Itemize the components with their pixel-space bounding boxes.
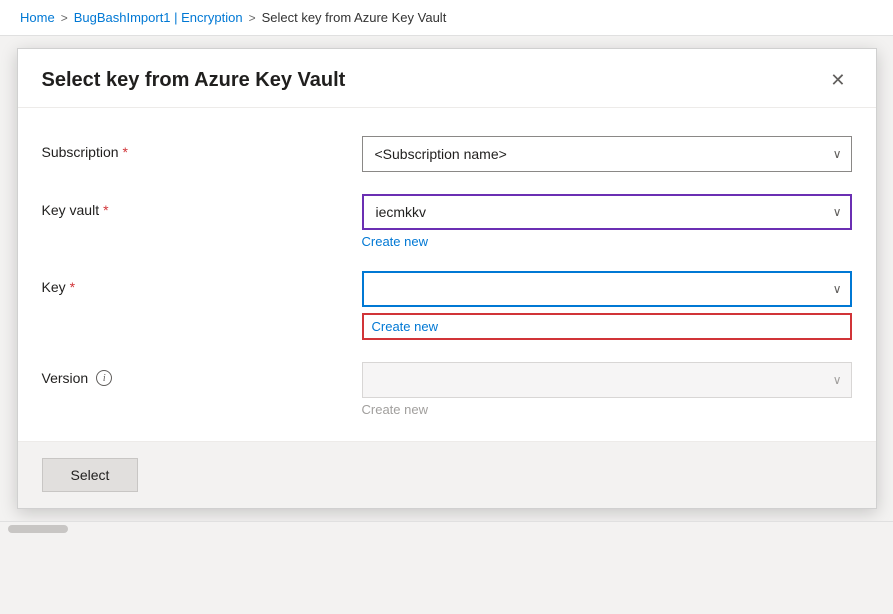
select-button[interactable]: Select [42, 458, 139, 492]
key-vault-dropdown-wrapper: iecmkkv ∨ [362, 194, 852, 230]
key-vault-row: Key vault * iecmkkv ∨ Create new [42, 194, 852, 249]
key-vault-label: Key vault * [42, 194, 362, 218]
key-dropdown-wrapper: ∨ [362, 271, 852, 307]
version-create-new: Create new [362, 402, 852, 417]
key-vault-create-new[interactable]: Create new [362, 234, 852, 249]
breadcrumb-current: Select key from Azure Key Vault [262, 10, 447, 25]
scrollbar-thumb[interactable] [8, 525, 68, 533]
subscription-dropdown-wrapper: <Subscription name> ∨ [362, 136, 852, 172]
subscription-dropdown[interactable]: <Subscription name> [362, 136, 852, 172]
version-dropdown[interactable] [362, 362, 852, 398]
key-vault-control: iecmkkv ∨ Create new [362, 194, 852, 249]
breadcrumb-sep1: > [61, 11, 68, 25]
scrollbar-track [0, 525, 893, 533]
breadcrumb-middle[interactable]: BugBashImport1 | Encryption [74, 10, 243, 25]
subscription-row: Subscription * <Subscription name> ∨ [42, 136, 852, 172]
select-key-dialog: Select key from Azure Key Vault ✕ Subscr… [17, 48, 877, 509]
key-control: ∨ Create new [362, 271, 852, 340]
key-create-new[interactable]: Create new [362, 313, 852, 340]
dialog-body: Subscription * <Subscription name> ∨ Key… [18, 108, 876, 437]
subscription-label: Subscription * [42, 136, 362, 160]
breadcrumb-sep2: > [249, 11, 256, 25]
key-label: Key * [42, 271, 362, 295]
close-button[interactable]: ✕ [824, 67, 851, 93]
breadcrumb: Home > BugBashImport1 | Encryption > Sel… [0, 0, 893, 36]
subscription-control: <Subscription name> ∨ [362, 136, 852, 172]
key-required: * [70, 279, 75, 295]
key-dropdown[interactable] [362, 271, 852, 307]
key-vault-required: * [103, 202, 108, 218]
key-row: Key * ∨ Create new [42, 271, 852, 340]
breadcrumb-home[interactable]: Home [20, 10, 55, 25]
version-label: Version i [42, 362, 362, 386]
version-row: Version i ∨ Create new [42, 362, 852, 417]
version-dropdown-wrapper: ∨ [362, 362, 852, 398]
page-wrapper: Home > BugBashImport1 | Encryption > Sel… [0, 0, 893, 614]
horizontal-scrollbar[interactable] [0, 521, 893, 535]
version-control: ∨ Create new [362, 362, 852, 417]
dialog-title: Select key from Azure Key Vault [42, 69, 346, 92]
subscription-required: * [123, 144, 128, 160]
key-vault-dropdown[interactable]: iecmkkv [362, 194, 852, 230]
dialog-footer: Select [18, 442, 876, 508]
dialog-header: Select key from Azure Key Vault ✕ [18, 49, 876, 108]
version-info-icon: i [96, 370, 112, 386]
